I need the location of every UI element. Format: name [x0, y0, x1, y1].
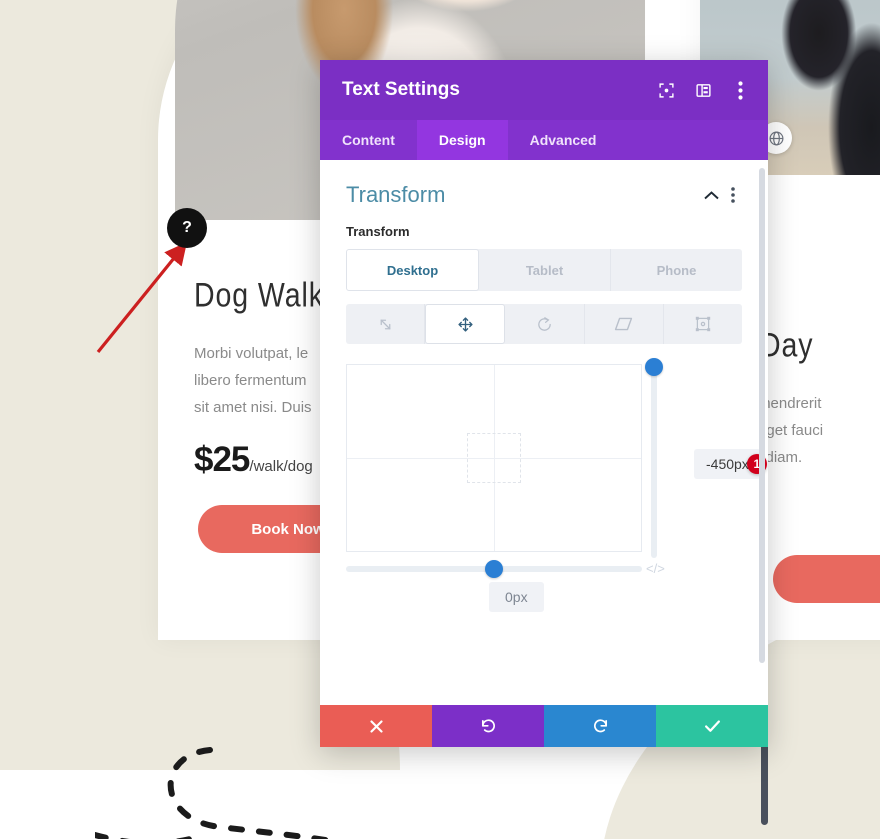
- device-tab-tablet[interactable]: Tablet: [479, 249, 611, 291]
- section-title: Transform: [346, 182, 446, 207]
- horizontal-offset-value[interactable]: 0px: [489, 582, 544, 612]
- device-tabs: Desktop Tablet Phone: [346, 249, 742, 291]
- scale-icon[interactable]: [346, 304, 426, 344]
- dashed-decoration: [95, 747, 339, 839]
- skew-icon[interactable]: [585, 304, 664, 344]
- vertical-slider-track[interactable]: [651, 368, 657, 558]
- origin-icon[interactable]: [664, 304, 742, 344]
- focus-target-icon[interactable]: [656, 80, 676, 100]
- annotation-arrow: [96, 242, 188, 354]
- undo-button[interactable]: [432, 705, 544, 747]
- vertical-dots-menu-icon[interactable]: [730, 80, 750, 100]
- transform-mode-tabs: [346, 304, 742, 344]
- save-button[interactable]: [656, 705, 768, 747]
- headline-right: Day: [760, 325, 814, 365]
- transform-2d-pad-wrapper: </> -450px 1 0px: [346, 358, 767, 612]
- chevron-up-icon[interactable]: [700, 190, 722, 200]
- modal-header-icons: [656, 80, 750, 100]
- price-left: $25/walk/dog: [194, 440, 313, 480]
- tab-design[interactable]: Design: [416, 120, 508, 160]
- modal-footer: [320, 705, 768, 747]
- modal-scrollbar[interactable]: [759, 168, 765, 663]
- pad-element-ghost: [467, 433, 521, 483]
- rotate-icon[interactable]: [505, 304, 585, 344]
- cancel-button[interactable]: [320, 705, 432, 747]
- help-question-badge[interactable]: ?: [167, 208, 207, 248]
- vertical-offset-text: -450px: [706, 456, 749, 472]
- text-settings-modal: Text Settings Content Design Advanced Tr…: [320, 60, 768, 747]
- headline-left: Dog Walki: [194, 275, 332, 315]
- vertical-slider-handle[interactable]: [645, 358, 663, 376]
- page-title: Text Settings: [342, 79, 460, 100]
- modal-header: Text Settings: [320, 60, 768, 120]
- price-amount: $25: [194, 440, 250, 479]
- layout-columns-icon[interactable]: [693, 80, 713, 100]
- code-brackets-icon[interactable]: </>: [646, 561, 665, 576]
- tab-content[interactable]: Content: [320, 120, 417, 160]
- vertical-offset-value[interactable]: -450px 1: [694, 449, 767, 479]
- device-tab-phone[interactable]: Phone: [611, 249, 742, 291]
- redo-button[interactable]: [544, 705, 656, 747]
- book-now-button-right[interactable]: [773, 555, 880, 603]
- transform-section-header: Transform: [320, 160, 768, 216]
- modal-body: Transform Transform Desktop Tablet Phone…: [320, 160, 768, 705]
- move-icon[interactable]: [425, 304, 506, 344]
- transform-field-label: Transform: [346, 224, 410, 239]
- section-more-menu-icon[interactable]: [722, 187, 744, 203]
- price-unit: /walk/dog: [249, 458, 313, 475]
- transform-2d-pad[interactable]: [346, 364, 642, 552]
- screenshot-root: Dog Walki Morbi volutpat, le libero ferm…: [0, 0, 880, 839]
- modal-tabs: Content Design Advanced: [320, 120, 768, 160]
- tab-advanced[interactable]: Advanced: [508, 120, 619, 160]
- horizontal-slider-handle[interactable]: [485, 560, 503, 578]
- device-tab-desktop[interactable]: Desktop: [346, 249, 479, 291]
